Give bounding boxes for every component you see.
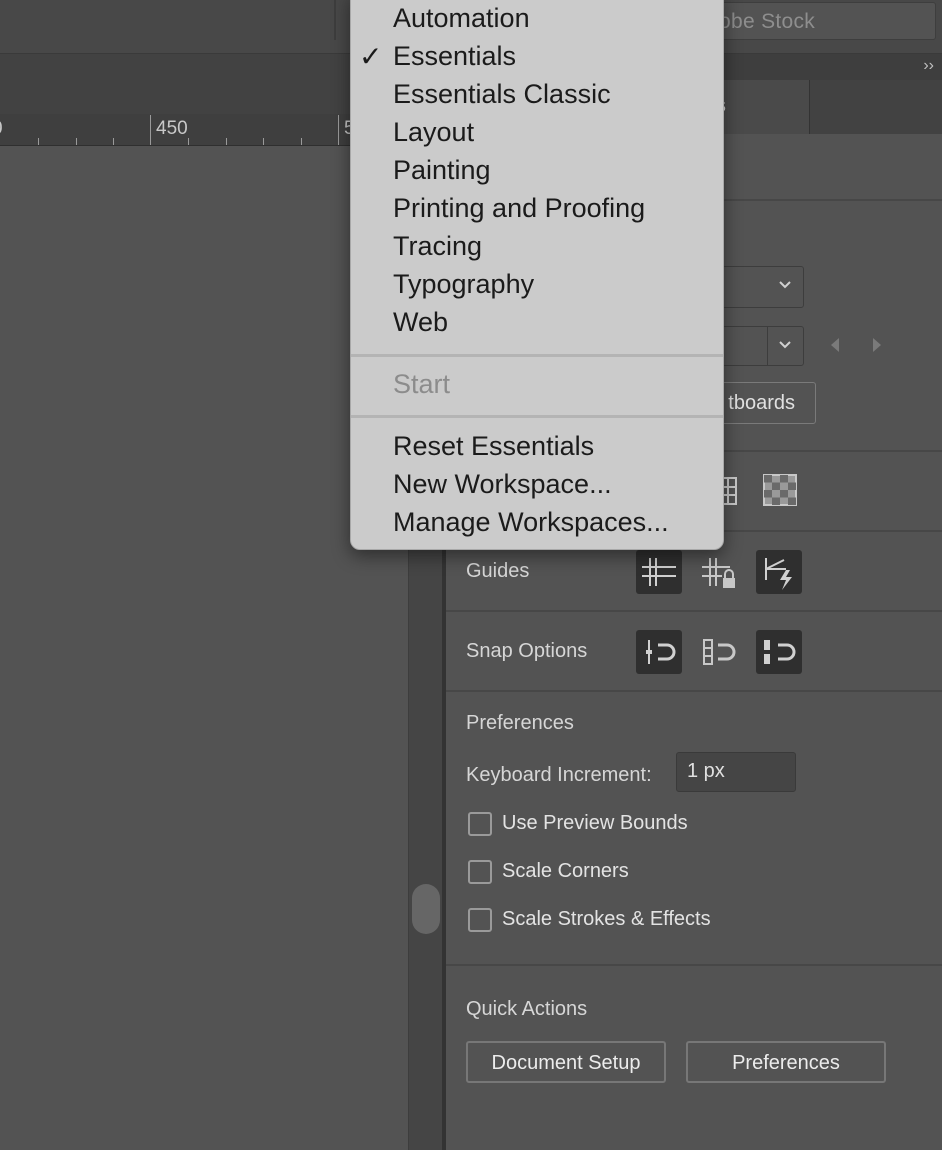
- ruler-minor-tick: [226, 138, 227, 145]
- ruler-major-tick: [150, 115, 151, 145]
- ruler-minor-tick: [188, 138, 189, 145]
- edit-artboards-label: tboards: [728, 392, 795, 414]
- menu-item-start: Start: [393, 369, 451, 399]
- divider: [446, 690, 942, 692]
- toolbar-separator: [334, 0, 336, 40]
- document-setup-button[interactable]: Document Setup: [466, 1041, 666, 1083]
- menu-separator: [351, 354, 723, 357]
- scale-strokes-effects-checkbox[interactable]: [468, 908, 492, 932]
- ruler-minor-tick: [301, 138, 302, 145]
- quick-actions-label: Quick Actions: [466, 998, 588, 1020]
- menu-item-automation[interactable]: Automation: [393, 3, 530, 34]
- ruler-minor-tick: [38, 138, 39, 145]
- search-placeholder: obe Stock: [719, 10, 816, 33]
- dropdown-divider: [767, 327, 768, 365]
- scale-corners-label: Scale Corners: [502, 860, 629, 882]
- keyboard-increment-input[interactable]: 1 px: [676, 752, 796, 792]
- menu-item-essentials-classic[interactable]: Essentials Classic: [393, 79, 611, 110]
- checkmark-icon: ✓: [359, 41, 383, 72]
- menu-item-tracing[interactable]: Tracing: [393, 231, 482, 262]
- chevron-down-icon: [777, 337, 793, 356]
- transparency-grid-icon[interactable]: [756, 468, 802, 512]
- menu-item-reset-essentials[interactable]: Reset Essentials: [393, 431, 594, 462]
- preferences-button[interactable]: Preferences: [686, 1041, 886, 1083]
- ruler-minor-tick: [76, 138, 77, 145]
- ruler-label: 0: [0, 118, 3, 140]
- menu-item-essentials[interactable]: Essentials: [393, 41, 516, 72]
- use-preview-bounds-checkbox[interactable]: [468, 812, 492, 836]
- snap-to-point-button[interactable]: [636, 630, 682, 674]
- ruler-minor-tick: [263, 138, 264, 145]
- ruler-major-tick: [338, 115, 339, 145]
- ruler-label: 450: [156, 118, 188, 139]
- lock-guides-icon[interactable]: [696, 550, 742, 594]
- menu-item-manage-workspaces[interactable]: Manage Workspaces...: [393, 507, 669, 538]
- menu-item-typography[interactable]: Typography: [393, 269, 534, 300]
- divider: [446, 964, 942, 966]
- scale-strokes-effects-label: Scale Strokes & Effects: [502, 908, 711, 930]
- menu-item-painting[interactable]: Painting: [393, 155, 491, 186]
- keyboard-increment-value: 1 px: [687, 760, 725, 782]
- snap-to-pixel-icon[interactable]: [696, 630, 742, 674]
- snap-to-glyph-button[interactable]: [756, 630, 802, 674]
- adobe-stock-search-input[interactable]: obe Stock: [690, 2, 936, 40]
- document-setup-label: Document Setup: [491, 1052, 641, 1074]
- scrollbar-thumb[interactable]: [412, 884, 440, 934]
- menu-item-layout[interactable]: Layout: [393, 117, 474, 148]
- use-preview-bounds-label: Use Preview Bounds: [502, 812, 688, 834]
- preferences-section-label: Preferences: [466, 712, 574, 734]
- menu-separator: [351, 415, 723, 418]
- ruler-minor-tick: [113, 138, 114, 145]
- divider: [446, 610, 942, 612]
- snap-options-label: Snap Options: [466, 640, 588, 662]
- chevron-down-icon: [777, 277, 793, 296]
- scale-corners-checkbox[interactable]: [468, 860, 492, 884]
- smart-guides-button[interactable]: [756, 550, 802, 594]
- illustrator-window: obe Stock 0 450 5 ›› braries: [0, 0, 942, 1150]
- menu-item-printing-and-proofing[interactable]: Printing and Proofing: [393, 193, 645, 224]
- collapse-panels-icon[interactable]: ››: [923, 57, 934, 75]
- preferences-button-label: Preferences: [732, 1052, 840, 1074]
- workspace-switcher-menu: Automation ✓ Essentials Essentials Class…: [350, 0, 724, 550]
- menu-item-web[interactable]: Web: [393, 307, 448, 338]
- menu-item-new-workspace[interactable]: New Workspace...: [393, 469, 612, 500]
- next-artboard-icon[interactable]: [870, 336, 884, 359]
- previous-artboard-icon[interactable]: [828, 336, 842, 359]
- artboard-canvas[interactable]: [0, 146, 408, 1150]
- guides-label: Guides: [466, 560, 530, 582]
- keyboard-increment-label: Keyboard Increment:: [466, 764, 652, 786]
- show-guides-button[interactable]: [636, 550, 682, 594]
